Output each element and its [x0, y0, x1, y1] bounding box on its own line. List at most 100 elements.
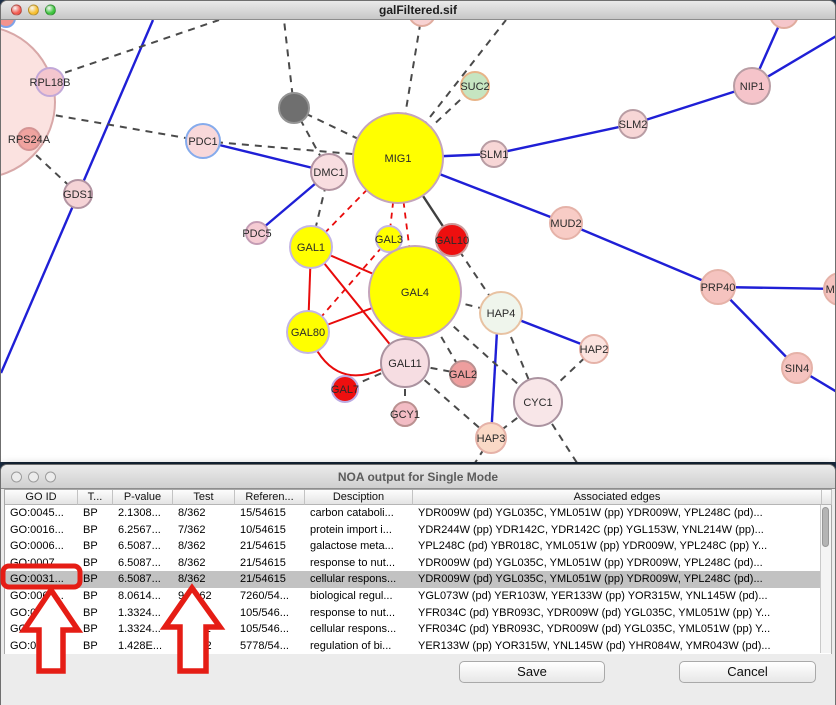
cell: GO:0065... — [5, 588, 78, 605]
cell: 94/362 — [173, 588, 235, 605]
table-row-7[interactable]: GO:0031...BP1.3324...11/362105/546...cel… — [5, 621, 831, 638]
cell: GO:0031... — [5, 571, 78, 588]
cell: 2.1308... — [113, 505, 173, 522]
node-label-SLM1: SLM1 — [480, 149, 509, 161]
network-canvas[interactable]: RPL18BRPS24AGDS1PDC1PDC5DMC1SUC2SLM1MIG1… — [1, 20, 836, 462]
cell: 1.428E... — [113, 638, 173, 655]
cell: regulation of bi... — [305, 638, 413, 655]
node-label-MUD2: MUD2 — [550, 218, 581, 230]
desktop: { "network_window": { "title": "galFilte… — [0, 0, 836, 704]
column-header-Associated edges[interactable]: Associated edges — [413, 490, 822, 505]
cell: BP — [78, 605, 113, 622]
vertical-scrollbar[interactable] — [820, 505, 831, 653]
network-edge-blue[interactable] — [566, 223, 718, 287]
cell: GO:0031... — [5, 605, 78, 622]
noa-titlebar[interactable]: NOA output for Single Mode — [1, 465, 835, 489]
scrollbar-thumb[interactable] — [822, 507, 829, 547]
node-label-CYC1: CYC1 — [523, 397, 552, 409]
cell: YDR009W (pd) YGL035C, YML051W (pp) YDR00… — [413, 505, 822, 522]
node-label-GAL80: GAL80 — [291, 327, 325, 339]
cell: YER133W (pp) YOR315W, YNL145W (pd) YHR08… — [413, 638, 822, 655]
cell: BP — [78, 638, 113, 655]
network-node-unlabeled[interactable] — [279, 93, 309, 123]
network-window: galFiltered.sif RPL18BRPS24AGDS1PDC1PDC5… — [0, 0, 836, 462]
table-row-5[interactable]: GO:0065...BP8.0614...94/3627260/54...bio… — [5, 588, 831, 605]
cell: protein import i... — [305, 522, 413, 539]
column-header-GO ID[interactable]: GO ID — [5, 490, 78, 505]
table-row-4[interactable]: GO:0031...BP6.5087...8/36221/54615cellul… — [5, 571, 831, 588]
results-table: GO IDT...P-valueTestReferen...Desciption… — [4, 489, 832, 654]
node-label-RPL18B: RPL18B — [30, 77, 71, 89]
node-label-MSL1: MSL1 — [826, 284, 836, 296]
node-label-HAP3: HAP3 — [477, 433, 506, 445]
network-node-unlabeled[interactable] — [1, 26, 55, 178]
cancel-button[interactable]: Cancel — [679, 661, 816, 683]
save-button[interactable]: Save — [459, 661, 605, 683]
cell: GO:0031... — [5, 621, 78, 638]
cell: YPL248C (pd) YBR018C, YML051W (pp) YDR00… — [413, 538, 822, 555]
column-header-Desciption[interactable]: Desciption — [305, 490, 413, 505]
cell: BP — [78, 505, 113, 522]
network-window-title: galFiltered.sif — [1, 3, 835, 17]
column-header-Referen...[interactable]: Referen... — [235, 490, 305, 505]
table-row-8[interactable]: GO:0050...BP1.428E...80/3625778/54...reg… — [5, 638, 831, 655]
cell: BP — [78, 538, 113, 555]
cell: YGL073W (pd) YER103W, YER133W (pp) YOR31… — [413, 588, 822, 605]
table-row-3[interactable]: GO:0007...BP6.5087...8/36221/54615respon… — [5, 555, 831, 572]
cell: GO:0045... — [5, 505, 78, 522]
noa-output-window: NOA output for Single Mode GO IDT...P-va… — [0, 464, 836, 705]
table-row-0[interactable]: GO:0045...BP2.1308...8/36215/54615carbon… — [5, 505, 831, 522]
cell: 105/546... — [235, 621, 305, 638]
node-label-GAL1: GAL1 — [297, 242, 325, 254]
cell: 8/362 — [173, 505, 235, 522]
node-label-DMC1: DMC1 — [313, 167, 344, 179]
node-label-NIP1: NIP1 — [740, 81, 764, 93]
cell: response to nut... — [305, 555, 413, 572]
column-header-P-value[interactable]: P-value — [113, 490, 173, 505]
node-label-GAL3: GAL3 — [375, 234, 403, 246]
table-row-6[interactable]: GO:0031...BP1.3324...11/362105/546...res… — [5, 605, 831, 622]
cell: 6.5087... — [113, 571, 173, 588]
network-titlebar[interactable]: galFiltered.sif — [1, 1, 835, 20]
noa-window-title: NOA output for Single Mode — [1, 470, 835, 484]
cell: 10/54615 — [235, 522, 305, 539]
cell: YFR034C (pd) YBR093C, YDR009W (pd) YGL03… — [413, 605, 822, 622]
node-label-GCY1: GCY1 — [390, 409, 420, 421]
network-node-unlabeled[interactable] — [409, 20, 435, 26]
cell: 6.5087... — [113, 555, 173, 572]
cell: BP — [78, 522, 113, 539]
column-header-scrollbar-corner[interactable] — [822, 490, 832, 505]
cell: GO:0006... — [5, 538, 78, 555]
cell: BP — [78, 588, 113, 605]
cell: biological regul... — [305, 588, 413, 605]
table-row-1[interactable]: GO:0016...BP6.2567...7/36210/54615protei… — [5, 522, 831, 539]
node-label-GDS1: GDS1 — [63, 189, 93, 201]
node-label-PRP40: PRP40 — [701, 282, 736, 294]
cell: 7/362 — [173, 522, 235, 539]
cell: BP — [78, 571, 113, 588]
node-label-GAL10: GAL10 — [435, 235, 469, 247]
node-label-HAP4: HAP4 — [487, 308, 516, 320]
cell: galactose meta... — [305, 538, 413, 555]
column-header-T...[interactable]: T... — [78, 490, 113, 505]
column-header-Test[interactable]: Test — [173, 490, 235, 505]
cell: 11/362 — [173, 621, 235, 638]
node-label-SLM2: SLM2 — [619, 119, 648, 131]
node-label-SIN4: SIN4 — [785, 363, 809, 375]
cell: 11/362 — [173, 605, 235, 622]
cell: 105/546... — [235, 605, 305, 622]
node-label-PDC5: PDC5 — [242, 228, 271, 240]
node-label-MIG1: MIG1 — [385, 153, 412, 165]
network-edge-blue[interactable] — [494, 124, 633, 154]
table-row-2[interactable]: GO:0006...BP6.5087...8/36221/54615galact… — [5, 538, 831, 555]
network-edge-blue[interactable] — [203, 141, 329, 172]
network-node-unlabeled[interactable] — [770, 20, 798, 28]
cell: GO:0050... — [5, 638, 78, 655]
cell: BP — [78, 555, 113, 572]
cell: 21/54615 — [235, 571, 305, 588]
cell: 21/54615 — [235, 555, 305, 572]
cell: 6.2567... — [113, 522, 173, 539]
network-node-unlabeled[interactable] — [1, 20, 15, 27]
cell: 8/362 — [173, 555, 235, 572]
node-label-GAL2: GAL2 — [449, 369, 477, 381]
